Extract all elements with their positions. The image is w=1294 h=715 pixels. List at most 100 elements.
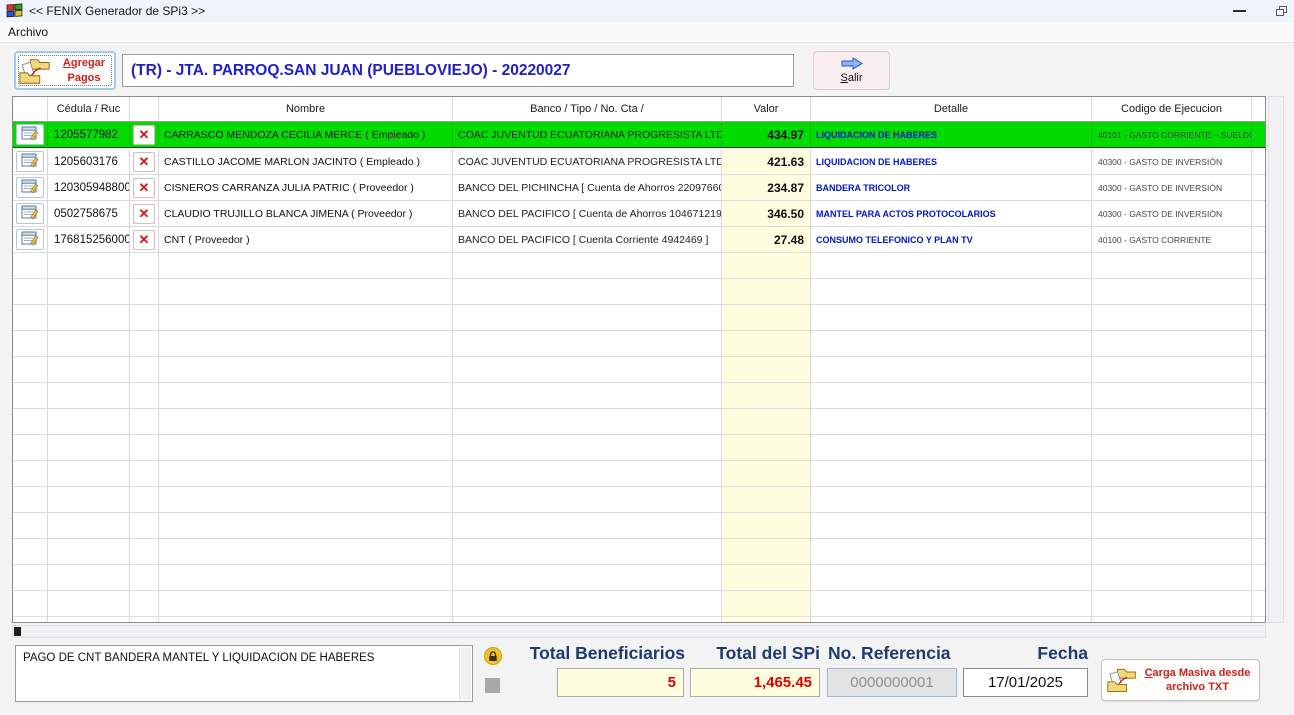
minimize-button[interactable] (1222, 0, 1256, 22)
cell-nombre (159, 279, 453, 305)
entity-title-field[interactable] (122, 54, 794, 87)
cell-del: ✕ (130, 122, 159, 148)
edit-row-button[interactable] (16, 124, 44, 145)
cell-banco (453, 539, 722, 565)
grid-row[interactable]: 1205603176✕CASTILLO JACOME MARLON JACINT… (13, 149, 1265, 175)
edit-row-button[interactable] (16, 203, 44, 224)
restore-icon (1276, 6, 1287, 16)
delete-row-button[interactable]: ✕ (133, 178, 155, 198)
cell-detalle (811, 617, 1092, 623)
total-spi-value: 1,465.45 (690, 668, 820, 697)
cell-nombre (159, 383, 453, 409)
cell-banco (453, 331, 722, 357)
edit-row-button[interactable] (16, 177, 44, 198)
cell-fill (1252, 201, 1266, 227)
cell-codigo (1092, 279, 1252, 305)
cell-edit (13, 175, 48, 201)
delete-row-button[interactable]: ✕ (133, 152, 155, 172)
agregar-pagos-button[interactable]: Agregar Pagos (14, 51, 116, 90)
cell-valor: 234.87 (722, 175, 811, 201)
cell-valor (722, 591, 811, 617)
cell-fill (1252, 409, 1266, 435)
cell-banco: BANCO DEL PACIFICO [ Cuenta Corriente 49… (453, 227, 722, 253)
header-codigo: Codigo de Ejecucion (1092, 97, 1252, 122)
cell-detalle (811, 513, 1092, 539)
cell-banco: COAC JUVENTUD ECUATORIANA PROGRESISTA LT… (453, 122, 722, 148)
grid-row[interactable]: 0502758675✕CLAUDIO TRUJILLO BLANCA JIMEN… (13, 201, 1265, 227)
grid-row[interactable]: 1203059488001✕CISNEROS CARRANZA JULIA PA… (13, 175, 1265, 201)
minimize-icon (1233, 10, 1246, 12)
cell-nombre (159, 253, 453, 279)
grid-body: 1205577982✕CARRASCO MENDOZA CECILIA MERC… (13, 121, 1265, 623)
cell-banco (453, 513, 722, 539)
cell-nombre: CNT ( Proveedor ) (159, 227, 453, 253)
cell-valor (722, 617, 811, 623)
cell-cedula (48, 461, 130, 487)
cell-valor: 346.50 (722, 201, 811, 227)
cell-detalle (811, 305, 1092, 331)
grid-row[interactable]: 1205577982✕CARRASCO MENDOZA CECILIA MERC… (13, 121, 1265, 149)
cell-banco (453, 461, 722, 487)
grid-row[interactable]: 1768152560001✕CNT ( Proveedor )BANCO DEL… (13, 227, 1265, 253)
cell-banco (453, 305, 722, 331)
salir-button[interactable]: Salir (813, 51, 890, 90)
referencia-label: No. Referencia (828, 643, 951, 664)
grid-vertical-scrollbar[interactable] (1268, 96, 1284, 623)
edit-row-button[interactable] (16, 151, 44, 172)
cell-banco: COAC JUVENTUD ECUATORIANA PROGRESISTA LT… (453, 149, 722, 175)
cell-banco (453, 383, 722, 409)
cell-del (130, 539, 159, 565)
cell-del (130, 279, 159, 305)
delete-row-button[interactable]: ✕ (133, 125, 155, 145)
cell-edit (13, 539, 48, 565)
cell-fill (1252, 357, 1266, 383)
delete-x-icon: ✕ (139, 128, 150, 141)
cell-banco (453, 279, 722, 305)
grid-empty-row (13, 513, 1265, 539)
cell-codigo (1092, 253, 1252, 279)
edit-row-button[interactable] (16, 229, 44, 250)
cell-valor (722, 513, 811, 539)
description-scrollbar[interactable] (459, 647, 471, 700)
edit-form-icon (21, 231, 39, 249)
cell-edit (13, 435, 48, 461)
cell-edit (13, 513, 48, 539)
description-textarea[interactable]: PAGO DE CNT BANDERA MANTEL Y LIQUIDACION… (16, 646, 456, 701)
cell-banco (453, 435, 722, 461)
cell-nombre (159, 513, 453, 539)
cell-detalle: CONSUMO TELEFONICO Y PLAN TV (811, 227, 1092, 253)
cell-banco (453, 357, 722, 383)
cell-valor (722, 383, 811, 409)
restore-button[interactable] (1264, 0, 1294, 22)
cell-nombre (159, 357, 453, 383)
cell-cedula (48, 305, 130, 331)
grid-header: Cédula / Ruc Nombre Banco / Tipo / No. C… (13, 97, 1265, 122)
horizontal-scroll-thumb[interactable] (14, 627, 21, 636)
cell-del: ✕ (130, 227, 159, 253)
cell-del (130, 305, 159, 331)
cell-del (130, 617, 159, 623)
cell-codigo (1092, 487, 1252, 513)
cell-banco (453, 253, 722, 279)
fecha-field[interactable] (963, 668, 1088, 697)
delete-row-button[interactable]: ✕ (133, 204, 155, 224)
cell-cedula (48, 513, 130, 539)
menu-item-archivo[interactable]: Archivo (0, 22, 56, 42)
cell-fill (1252, 122, 1266, 148)
locked-checkbox[interactable] (485, 678, 500, 693)
grid-horizontal-scrollbar[interactable] (12, 625, 1266, 638)
cell-del (130, 357, 159, 383)
cell-codigo (1092, 305, 1252, 331)
description-box: PAGO DE CNT BANDERA MANTEL Y LIQUIDACION… (15, 645, 473, 702)
cell-fill (1252, 513, 1266, 539)
grid-empty-row (13, 565, 1265, 591)
edit-form-icon (21, 205, 39, 223)
carga-masiva-button[interactable]: Carga Masiva desde archivo TXT (1101, 659, 1260, 701)
cell-nombre (159, 539, 453, 565)
cell-cedula (48, 253, 130, 279)
cell-nombre (159, 565, 453, 591)
edit-form-icon (21, 153, 39, 171)
delete-row-button[interactable]: ✕ (133, 230, 155, 250)
cell-detalle: BANDERA TRICOLOR (811, 175, 1092, 201)
cell-fill (1252, 149, 1266, 175)
